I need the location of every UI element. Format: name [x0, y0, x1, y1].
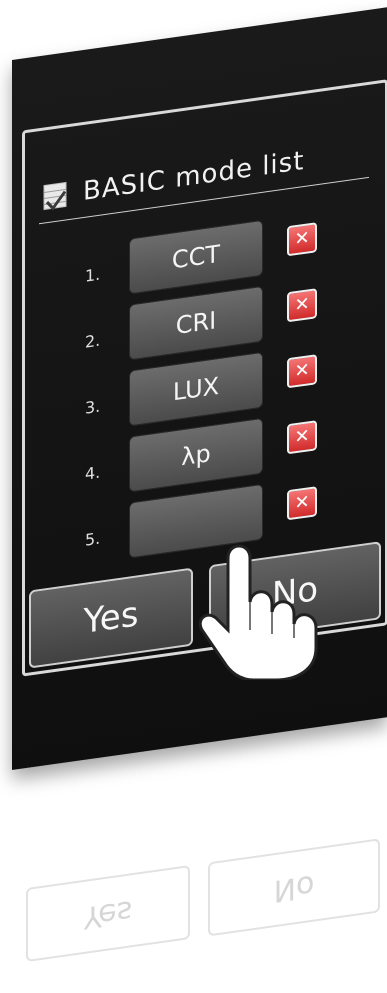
row-number: 5. [85, 528, 101, 550]
mode-button-2[interactable]: CRI [129, 285, 263, 361]
close-x-icon: ✕ [294, 491, 310, 515]
reflected-yes-text: Yes [26, 864, 190, 963]
close-x-icon: ✕ [294, 227, 310, 251]
row-number: 3. [85, 396, 101, 418]
panel-header: BASIC mode list [37, 132, 377, 224]
checklist-icon [43, 181, 69, 215]
close-x-icon: ✕ [294, 293, 310, 317]
row-number: 4. [85, 462, 101, 484]
mode-button-1[interactable]: CCT [129, 219, 263, 295]
pointer-hand-icon [198, 544, 318, 680]
delete-button-4[interactable]: ✕ [287, 420, 317, 455]
delete-button-2[interactable]: ✕ [287, 288, 317, 323]
close-x-icon: ✕ [294, 425, 310, 449]
delete-button-1[interactable]: ✕ [287, 222, 317, 257]
row-number: 2. [85, 330, 101, 352]
mode-button-4[interactable]: λp [129, 417, 263, 493]
yes-button[interactable]: Yes [29, 567, 193, 669]
close-x-icon: ✕ [294, 359, 310, 383]
row-number: 1. [85, 264, 101, 286]
delete-button-5[interactable]: ✕ [287, 486, 317, 521]
mode-button-3[interactable]: LUX [129, 351, 263, 427]
reflected-no-text: No [208, 838, 380, 937]
delete-button-3[interactable]: ✕ [287, 354, 317, 389]
page-title: BASIC mode list [83, 145, 305, 208]
